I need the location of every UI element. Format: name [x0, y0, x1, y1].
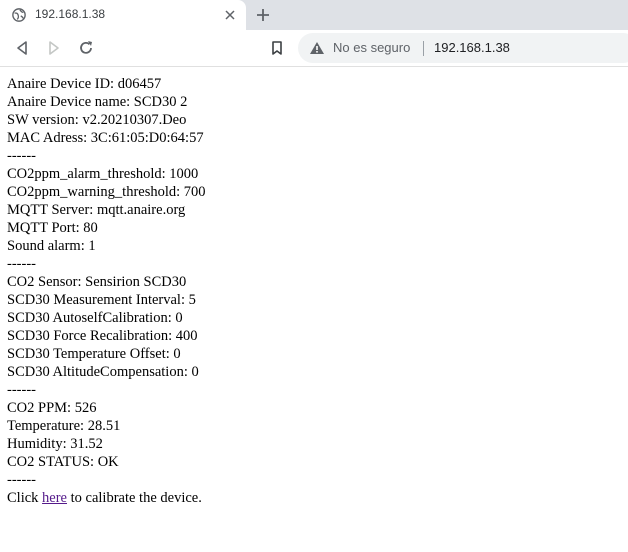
separator-line: ------: [7, 472, 36, 488]
info-line: MQTT Server: mqtt.anaire.org: [7, 202, 186, 218]
info-line: Anaire Device ID: d06457: [7, 76, 162, 92]
url-text[interactable]: 192.168.1.38: [434, 40, 510, 55]
plus-icon[interactable]: [254, 6, 272, 24]
info-line: SW version: v2.20210307.Deo: [7, 112, 187, 128]
bookmark-icon[interactable]: [268, 39, 286, 57]
separator-line: ------: [7, 256, 36, 272]
address-bar[interactable]: No es seguro 192.168.1.38: [298, 33, 628, 63]
reload-icon[interactable]: [76, 38, 96, 58]
divider: [423, 41, 424, 56]
warning-icon[interactable]: [309, 41, 325, 55]
info-line: CO2ppm_warning_threshold: 700: [7, 184, 206, 200]
info-line: SCD30 Measurement Interval: 5: [7, 292, 196, 308]
info-line: SCD30 Temperature Offset: 0: [7, 346, 181, 362]
security-status[interactable]: No es seguro: [333, 40, 410, 55]
info-line: SCD30 AltitudeCompensation: 0: [7, 364, 199, 380]
info-line: CO2 PPM: 526: [7, 400, 97, 416]
info-line: CO2ppm_alarm_threshold: 1000: [7, 166, 199, 182]
close-icon[interactable]: [224, 9, 236, 21]
tab-strip: 192.168.1.38: [0, 0, 628, 30]
forward-arrow-icon[interactable]: [44, 38, 64, 58]
info-line: CO2 Sensor: Sensirion SCD30: [7, 274, 187, 290]
browser-toolbar: No es seguro 192.168.1.38: [0, 30, 628, 67]
info-line: MAC Adress: 3C:61:05:D0:64:57: [7, 130, 204, 146]
info-line: Humidity: 31.52: [7, 436, 103, 452]
calibrate-suffix: to calibrate the device.: [67, 490, 202, 506]
browser-tab[interactable]: 192.168.1.38: [0, 0, 246, 30]
separator-line: ------: [7, 148, 36, 164]
info-line: SCD30 AutoselfCalibration: 0: [7, 310, 183, 326]
tab-title: 192.168.1.38: [35, 7, 106, 21]
info-line: Anaire Device name: SCD30 2: [7, 94, 188, 110]
info-line: MQTT Port: 80: [7, 220, 98, 236]
page-content: Anaire Device ID: d06457 Anaire Device n…: [7, 75, 622, 507]
calibrate-prefix: Click: [7, 490, 43, 506]
info-line: Temperature: 28.51: [7, 418, 121, 434]
separator-line: ------: [7, 382, 36, 398]
calibrate-line: Click here to calibrate the device.: [7, 489, 622, 507]
back-arrow-icon[interactable]: [12, 38, 32, 58]
info-line: SCD30 Force Recalibration: 400: [7, 328, 198, 344]
info-line: Sound alarm: 1: [7, 238, 96, 254]
info-line: CO2 STATUS: OK: [7, 454, 119, 470]
calibrate-link[interactable]: here: [42, 490, 67, 506]
globe-icon: [12, 8, 26, 22]
